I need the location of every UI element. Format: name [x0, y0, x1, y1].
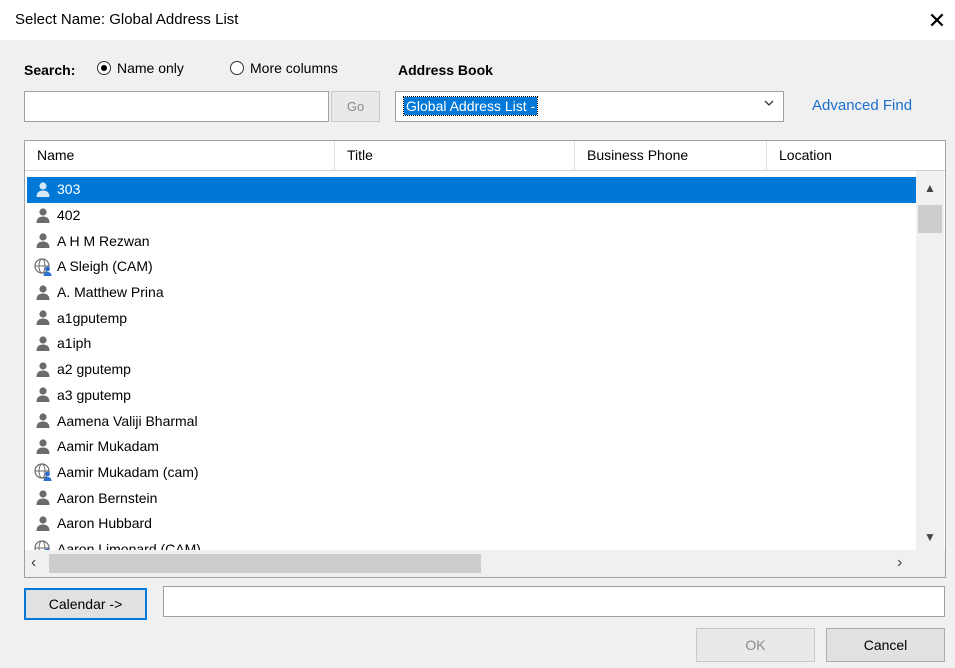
vertical-scrollbar[interactable]: ▲ ▼	[916, 171, 944, 560]
list-item-name: a1gputemp	[57, 309, 128, 326]
list-item[interactable]: a2 gputemp	[27, 357, 917, 383]
user-icon	[33, 385, 53, 405]
title-bar: Select Name: Global Address List ✕	[0, 0, 955, 40]
list-item[interactable]: A H M Rezwan	[27, 228, 917, 254]
list-item-name: A. Matthew Prina	[57, 284, 164, 301]
column-header-title[interactable]: Title	[335, 141, 575, 170]
address-book-selected-value: Global Address List -	[402, 96, 539, 116]
list-item[interactable]: 402	[27, 203, 917, 229]
list-item-name: Aaron Bernstein	[57, 489, 158, 506]
address-book-label: Address Book	[398, 62, 493, 78]
close-icon[interactable]: ✕	[920, 6, 954, 36]
radio-name-only-label: Name only	[117, 60, 184, 76]
list-item[interactable]: Aaron Hubbard	[27, 511, 917, 537]
cancel-button[interactable]: Cancel	[826, 628, 945, 662]
list-item[interactable]: Aamena Valiji Bharmal	[27, 408, 917, 434]
advanced-find-link[interactable]: Advanced Find	[812, 97, 912, 114]
list-item-name: Aaron Hubbard	[57, 515, 152, 532]
external-contact-icon	[33, 257, 53, 277]
list-item-name: Aamir Mukadam	[57, 438, 159, 455]
list-item[interactable]: A Sleigh (CAM)	[27, 254, 917, 280]
scroll-right-icon[interactable]: ›	[897, 554, 902, 572]
radio-name-only[interactable]: Name only	[97, 60, 184, 76]
horizontal-scrollbar[interactable]: ‹ ›	[25, 550, 945, 577]
window-title: Select Name: Global Address List	[15, 11, 239, 28]
go-button[interactable]: Go	[331, 91, 380, 122]
radio-unselected-icon	[230, 61, 244, 75]
radio-more-columns[interactable]: More columns	[230, 60, 338, 76]
radio-more-columns-label: More columns	[250, 60, 338, 76]
search-label: Search:	[24, 62, 76, 78]
column-header-business-phone[interactable]: Business Phone	[575, 141, 767, 170]
address-list[interactable]: Name Title Business Phone Location 303 40…	[24, 140, 946, 578]
user-icon	[33, 206, 53, 226]
list-item-name: Aamir Mukadam (cam)	[57, 463, 199, 480]
list-item[interactable]: A. Matthew Prina	[27, 280, 917, 306]
user-icon	[33, 180, 53, 200]
list-item[interactable]: Aamir Mukadam	[27, 434, 917, 460]
vertical-scroll-thumb[interactable]	[918, 205, 942, 233]
list-item-name: Aamena Valiji Bharmal	[57, 412, 198, 429]
user-icon	[33, 360, 53, 380]
radio-selected-icon	[97, 61, 111, 75]
list-item-name: A Sleigh (CAM)	[57, 258, 153, 275]
user-icon	[33, 437, 53, 457]
external-contact-icon	[33, 462, 53, 482]
list-item[interactable]: a1iph	[27, 331, 917, 357]
scroll-down-icon[interactable]: ▼	[916, 530, 944, 544]
user-icon	[33, 308, 53, 328]
list-item[interactable]: a1gputemp	[27, 305, 917, 331]
calendar-input[interactable]	[163, 586, 945, 617]
address-rows: 303 402 A H M Rezwan A Sleigh (CAM) A. Matth…	[27, 177, 917, 562]
scroll-up-icon[interactable]: ▲	[916, 181, 944, 195]
list-item[interactable]: Aamir Mukadam (cam)	[27, 460, 917, 486]
list-item-name: 402	[57, 207, 81, 224]
column-header-row: Name Title Business Phone Location	[25, 141, 945, 171]
horizontal-scroll-thumb[interactable]	[49, 554, 481, 573]
ok-button[interactable]: OK	[696, 628, 815, 662]
calendar-button[interactable]: Calendar ->	[24, 588, 147, 620]
address-book-dropdown[interactable]: Global Address List -	[395, 91, 784, 122]
list-item[interactable]: 303	[27, 177, 917, 203]
column-header-location[interactable]: Location	[767, 141, 945, 170]
user-icon	[33, 334, 53, 354]
user-icon	[33, 411, 53, 431]
user-icon	[33, 283, 53, 303]
column-header-name[interactable]: Name	[25, 141, 335, 170]
list-item-name: a2 gputemp	[57, 361, 131, 378]
list-item-name: A H M Rezwan	[57, 232, 150, 249]
scroll-left-icon[interactable]: ‹	[31, 554, 36, 572]
user-icon	[33, 514, 53, 534]
list-item[interactable]: a3 gputemp	[27, 383, 917, 409]
list-item-name: a3 gputemp	[57, 386, 131, 403]
list-item[interactable]: Aaron Bernstein	[27, 485, 917, 511]
list-item-name: a1iph	[57, 335, 92, 352]
list-item-name: 303	[57, 181, 81, 198]
user-icon	[33, 231, 53, 251]
search-input[interactable]	[24, 91, 329, 122]
chevron-down-icon	[763, 96, 775, 112]
user-icon	[33, 488, 53, 508]
